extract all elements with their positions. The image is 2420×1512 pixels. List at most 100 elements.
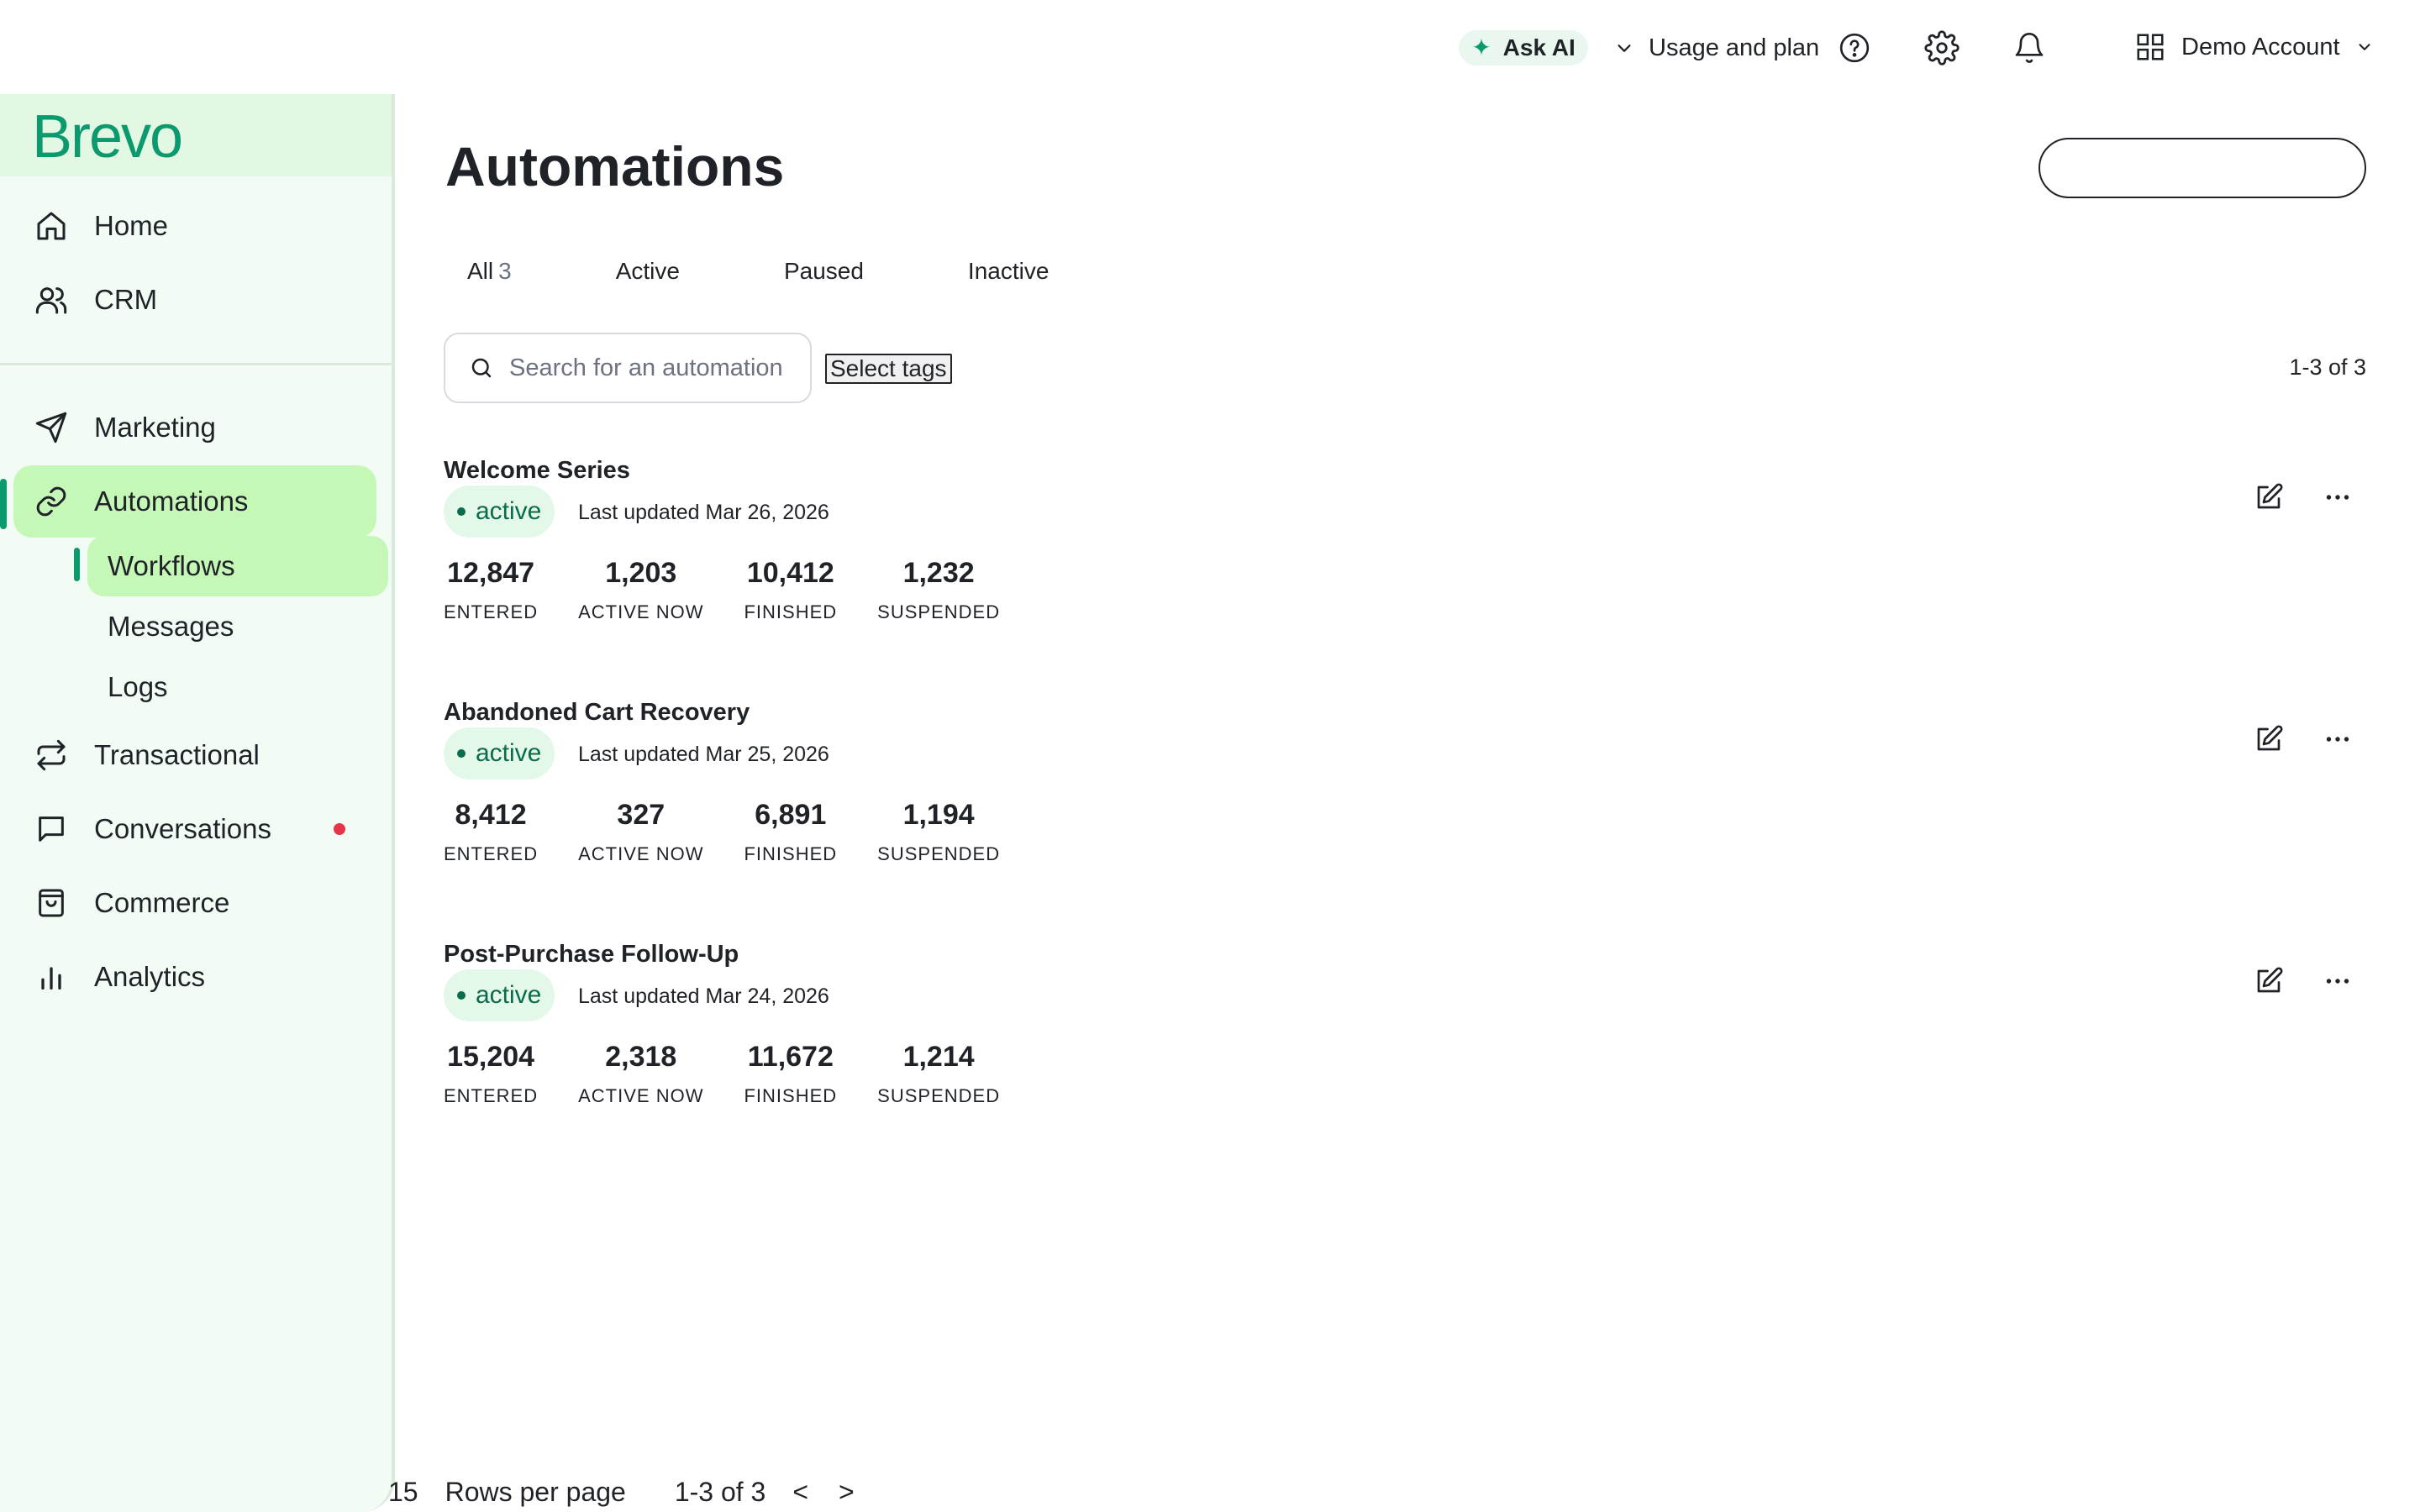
help-icon [1839, 33, 1870, 63]
edit-button[interactable] [2250, 963, 2287, 1000]
tab-all[interactable]: All 3 [445, 258, 534, 285]
last-updated: Last updated Mar 24, 2026 [578, 984, 829, 1008]
sidebar-subitem-logs[interactable]: Logs [87, 657, 388, 717]
notifications-button[interactable] [2010, 29, 2049, 67]
repeat-icon [32, 736, 71, 774]
active-indicator [0, 479, 7, 529]
pagination: 15 Rows per page 1-3 of 3 < > [388, 1473, 881, 1510]
sidebar-item-conversations[interactable]: Conversations [13, 793, 376, 865]
more-options-button[interactable] [2319, 479, 2356, 516]
automation-name[interactable]: Post-Purchase Follow-Up [444, 941, 739, 969]
stat-label: FINISHED [744, 601, 838, 622]
stat-label: FINISHED [744, 843, 838, 864]
usage-and-plan-dropdown[interactable]: Usage and plan [1615, 29, 1819, 67]
prev-page-button[interactable]: < [792, 1477, 808, 1508]
sidebar-item-label: Transactional [94, 739, 260, 770]
stat-value: 11,672 [747, 1041, 834, 1073]
status-badge: active [444, 969, 555, 1021]
stat-active-now: 2,318 ACTIVE NOW [578, 1040, 703, 1107]
edit-button[interactable] [2250, 721, 2287, 758]
sidebar-item-transactional[interactable]: Transactional [13, 719, 376, 791]
sidebar-subitem-label: Workflows [108, 550, 235, 581]
stat-value: 6,891 [755, 799, 827, 831]
stat-value: 12,847 [447, 557, 535, 589]
sparkle-icon: ✦ [1471, 34, 1491, 60]
sidebar-subitem-workflows[interactable]: Workflows [87, 536, 388, 596]
stat-value: 10,412 [746, 557, 834, 589]
gear-icon [1924, 30, 1960, 66]
tab-paused[interactable]: Paused [762, 258, 886, 285]
create-automation-button[interactable] [2039, 138, 2366, 198]
automation-name[interactable]: Abandoned Cart Recovery [444, 699, 750, 727]
stat-value: 1,214 [902, 1041, 975, 1073]
sidebar-item-automations[interactable]: Automations [13, 465, 376, 538]
status-dot-icon [457, 507, 466, 516]
sidebar-item-crm[interactable]: CRM [13, 264, 376, 336]
next-page-button[interactable]: > [839, 1477, 855, 1508]
tab-active[interactable]: Active [594, 258, 702, 285]
stat-active-now: 1,203 ACTIVE NOW [578, 556, 703, 623]
stat-value: 15,204 [447, 1041, 535, 1073]
last-updated: Last updated Mar 26, 2026 [578, 501, 829, 524]
sidebar-subitem-label: Messages [108, 611, 234, 642]
ask-ai-button[interactable]: ✦ Ask AI [1459, 30, 1588, 66]
stat-value: 2,318 [605, 1041, 677, 1073]
sidebar-item-analytics[interactable]: Analytics [13, 941, 376, 1013]
stat-finished: 10,412 FINISHED [744, 556, 837, 623]
brand-logo[interactable]: Brevo [32, 102, 183, 171]
settings-button[interactable] [1923, 29, 1961, 67]
sidebar-item-marketing[interactable]: Marketing [13, 391, 376, 464]
pagination-range: 1-3 of 3 [674, 1476, 766, 1507]
sidebar-item-commerce[interactable]: Commerce [13, 867, 376, 939]
stat-active-now: 327 ACTIVE NOW [578, 798, 703, 865]
automation-stats: 15,204 ENTERED 2,318 ACTIVE NOW 11,672 FINI… [444, 1040, 1040, 1107]
sidebar-item-home[interactable]: Home [13, 190, 376, 262]
automation-card[interactable]: Welcome Series active Last updated Mar 2… [444, 457, 2376, 675]
sidebar-item-label: CRM [94, 284, 158, 315]
sidebar-subitem-messages[interactable]: Messages [87, 596, 388, 657]
automation-stats: 8,412 ENTERED 327 ACTIVE NOW 6,891 FINISHED… [444, 798, 1040, 865]
stat-label: ACTIVE NOW [578, 1085, 704, 1106]
automation-card[interactable]: Abandoned Cart Recovery active Last upda… [444, 699, 2376, 917]
sidebar-item-label: Conversations [94, 813, 271, 844]
rows-per-page-value[interactable]: 15 [388, 1477, 418, 1508]
search-input[interactable]: Search for an automation [444, 333, 812, 403]
link-icon [32, 482, 71, 521]
bag-icon [32, 884, 71, 922]
page-title: Automations [445, 135, 785, 197]
stat-label: ENTERED [444, 601, 539, 622]
grid-icon [2137, 34, 2164, 60]
more-options-button[interactable] [2319, 963, 2356, 1000]
account-menu[interactable]: Demo Account [2134, 27, 2374, 67]
status-tabs: All 3 Active Paused Inactive [445, 252, 1131, 291]
tab-inactive[interactable]: Inactive [946, 258, 1071, 285]
rows-per-page-label: Rows per page [445, 1476, 626, 1507]
sidebar-item-label: Commerce [94, 887, 230, 918]
sidebar-divider [0, 363, 392, 365]
stat-label: ENTERED [444, 843, 539, 864]
stat-label: SUSPENDED [877, 843, 1001, 864]
stat-suspended: 1,214 SUSPENDED [877, 1040, 1000, 1107]
select-tags-button[interactable]: Select tags [825, 354, 952, 384]
search-placeholder: Search for an automation [509, 354, 783, 381]
help-button[interactable] [1835, 29, 1874, 67]
chevron-down-icon [1618, 45, 1631, 52]
stat-label: ACTIVE NOW [578, 843, 704, 864]
search-icon [469, 355, 494, 381]
status-dot-icon [457, 991, 466, 1000]
account-name: Demo Account [2181, 33, 2340, 60]
more-icon [2326, 979, 2349, 984]
edit-icon [2257, 725, 2283, 751]
chat-icon [32, 810, 71, 848]
automation-name[interactable]: Welcome Series [444, 457, 630, 485]
sidebar-item-label: Automations [94, 486, 249, 517]
results-range: 1-3 of 3 [2289, 354, 2366, 380]
stat-suspended: 1,194 SUSPENDED [877, 798, 1000, 865]
send-icon [32, 408, 71, 447]
notification-dot [334, 823, 345, 835]
automation-card[interactable]: Post-Purchase Follow-Up active Last upda… [444, 941, 2376, 1159]
more-options-button[interactable] [2319, 721, 2356, 758]
stat-suspended: 1,232 SUSPENDED [877, 556, 1000, 623]
status-label: active [476, 981, 542, 1009]
edit-button[interactable] [2250, 479, 2287, 516]
